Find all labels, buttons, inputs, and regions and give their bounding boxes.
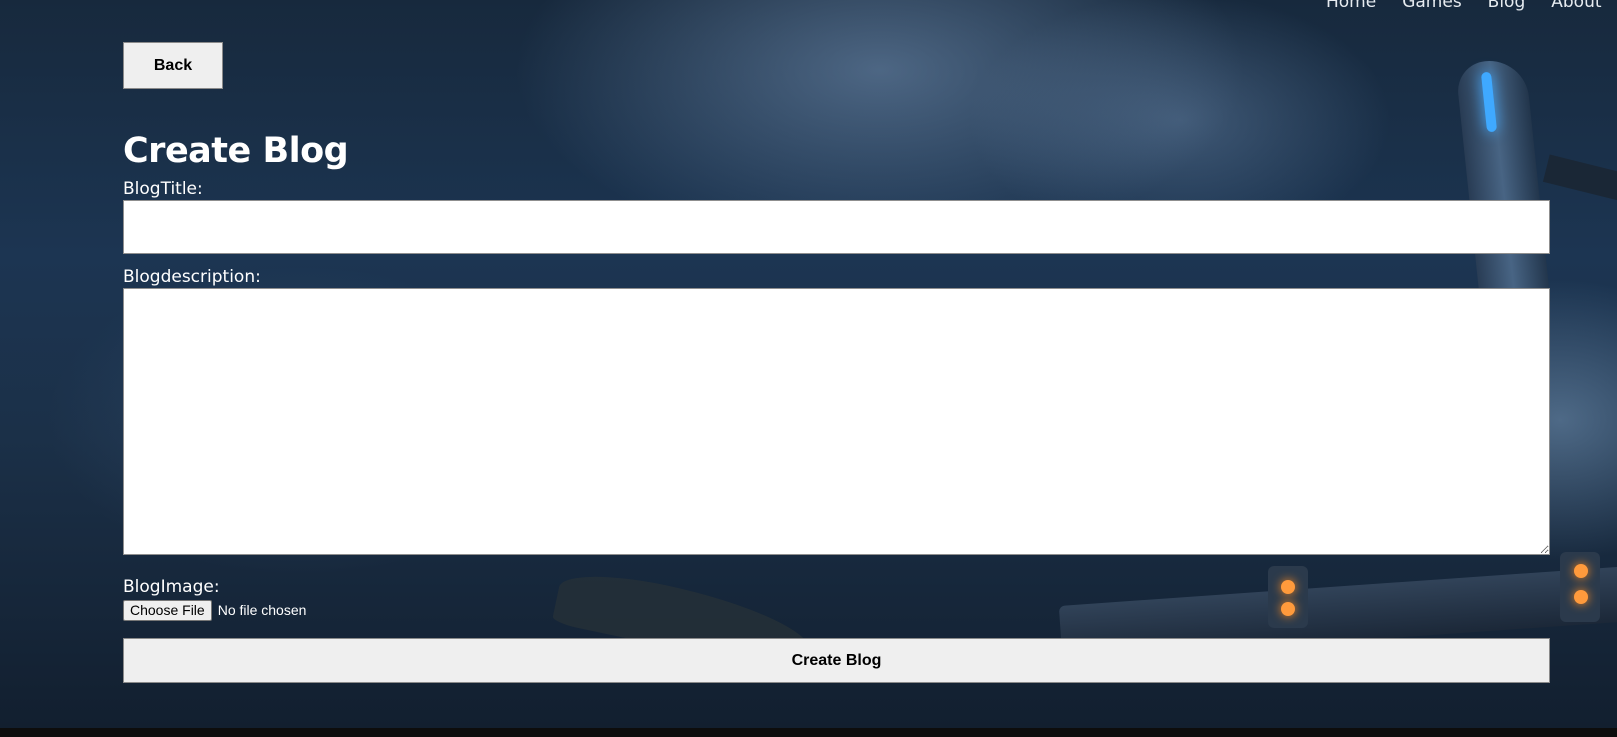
blog-title-label: BlogTitle: — [123, 179, 203, 199]
nav-link-home[interactable]: Home — [1326, 0, 1376, 12]
nav-link-blog[interactable]: Blog — [1488, 0, 1526, 12]
file-status-text: No file chosen — [217, 602, 307, 618]
back-button[interactable]: Back — [123, 42, 223, 89]
create-blog-button[interactable]: Create Blog — [123, 638, 1550, 683]
blog-image-label: BlogImage: — [123, 577, 220, 597]
page-title: Create Blog — [123, 131, 349, 171]
create-blog-form: Back Create Blog BlogTitle: Blogdescript… — [123, 42, 1550, 683]
nav-link-about[interactable]: About — [1551, 0, 1601, 12]
background-ship-pod — [1560, 552, 1600, 622]
top-nav: Home Games Blog About — [1326, 0, 1602, 12]
blog-description-label: Blogdescription: — [123, 267, 261, 287]
page-background: Home Games Blog About Back Create Blog B… — [0, 0, 1617, 728]
background-lamp — [1574, 564, 1588, 578]
blog-description-textarea[interactable] — [123, 288, 1550, 555]
background-lamp — [1574, 590, 1588, 604]
background-ship-wing — [1542, 154, 1617, 204]
bottom-bar — [0, 728, 1617, 737]
file-input: Choose File No file chosen — [123, 599, 1550, 621]
choose-file-button[interactable]: Choose File — [123, 599, 212, 621]
nav-link-games[interactable]: Games — [1402, 0, 1461, 12]
blog-title-input[interactable] — [123, 200, 1550, 254]
